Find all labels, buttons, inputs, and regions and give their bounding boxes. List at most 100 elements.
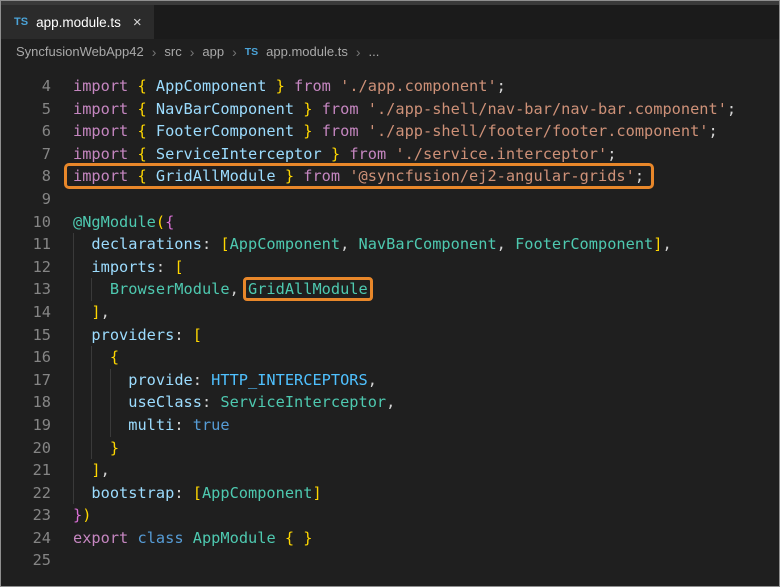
code-token bbox=[276, 529, 285, 547]
code-token: ; bbox=[709, 122, 718, 140]
code-token: FooterComponent bbox=[156, 122, 294, 140]
code-token: AppComponent bbox=[202, 484, 313, 502]
code-token: import bbox=[73, 100, 137, 118]
breadcrumb-item-project[interactable]: SyncfusionWebApp42 bbox=[16, 44, 144, 59]
line-content: import { GridAllModule } from '@syncfusi… bbox=[73, 165, 644, 188]
code-token: , bbox=[497, 235, 515, 253]
code-editor[interactable]: 4import { AppComponent } from './app.com… bbox=[1, 64, 779, 586]
code-token: : bbox=[174, 416, 192, 434]
annotation-box-import-line: import { GridAllModule } from '@syncfusi… bbox=[73, 165, 644, 188]
code-line-12[interactable]: 12 imports: [ bbox=[1, 256, 779, 279]
code-line-24[interactable]: 24 export class AppModule { } bbox=[1, 527, 779, 550]
code-token: } bbox=[73, 506, 82, 524]
breadcrumb-item-app[interactable]: app bbox=[202, 44, 224, 59]
code-token: : bbox=[202, 235, 220, 253]
code-line-6[interactable]: 6import { FooterComponent } from './app-… bbox=[1, 120, 779, 143]
line-number: 8 bbox=[1, 165, 51, 188]
code-line-13[interactable]: 13 BrowserModule, GridAllModule bbox=[1, 278, 779, 301]
line-content: imports: [ bbox=[73, 256, 184, 279]
line-content: declarations: [AppComponent, NavBarCompo… bbox=[73, 233, 672, 256]
code-token: , bbox=[662, 235, 671, 253]
code-token: : bbox=[202, 393, 220, 411]
code-token: } bbox=[294, 122, 322, 140]
code-line-25[interactable]: 25 bbox=[1, 549, 779, 572]
code-line-7[interactable]: 7import { ServiceInterceptor } from './s… bbox=[1, 143, 779, 166]
code-token: : bbox=[193, 371, 211, 389]
code-token: AppComponent bbox=[156, 77, 267, 95]
line-content: ], bbox=[73, 459, 110, 482]
line-content: BrowserModule, GridAllModule bbox=[73, 278, 368, 301]
code-token bbox=[184, 529, 193, 547]
code-token: './service.interceptor' bbox=[395, 145, 607, 163]
code-token: from bbox=[322, 122, 368, 140]
annotation-box-grid-all-module: GridAllModule bbox=[248, 278, 368, 301]
code-token: [ bbox=[174, 258, 183, 276]
code-token: bootstrap bbox=[91, 484, 174, 502]
indent-guide bbox=[91, 278, 92, 301]
line-content: multi: true bbox=[73, 414, 230, 437]
code-line-22[interactable]: 22 bootstrap: [AppComponent] bbox=[1, 482, 779, 505]
code-line-23[interactable]: 23}) bbox=[1, 504, 779, 527]
code-line-20[interactable]: 20 } bbox=[1, 437, 779, 460]
line-content: export class AppModule { } bbox=[73, 527, 313, 550]
line-content: bootstrap: [AppComponent] bbox=[73, 482, 322, 505]
code-token: } bbox=[276, 167, 304, 185]
code-token: from bbox=[303, 167, 349, 185]
code-token: { bbox=[137, 122, 155, 140]
code-token: './app.component' bbox=[340, 77, 497, 95]
breadcrumb-more[interactable]: ... bbox=[369, 44, 380, 59]
code-token: export bbox=[73, 529, 128, 547]
line-number: 7 bbox=[1, 143, 51, 166]
code-line-16[interactable]: 16 { bbox=[1, 346, 779, 369]
code-line-10[interactable]: 10@NgModule({ bbox=[1, 211, 779, 234]
tab-bar: TS app.module.ts × bbox=[1, 5, 779, 39]
code-line-11[interactable]: 11 declarations: [AppComponent, NavBarCo… bbox=[1, 233, 779, 256]
code-token: from bbox=[294, 77, 340, 95]
indent-guide bbox=[73, 437, 74, 460]
line-number: 19 bbox=[1, 414, 51, 437]
code-token: NavBarComponent bbox=[359, 235, 497, 253]
line-content: ], bbox=[73, 301, 110, 324]
code-token: HTTP_INTERCEPTORS bbox=[211, 371, 368, 389]
code-token: providers bbox=[91, 326, 174, 344]
typescript-file-icon: TS bbox=[245, 46, 258, 58]
code-line-21[interactable]: 21 ], bbox=[1, 459, 779, 482]
code-token: import bbox=[73, 167, 137, 185]
code-token: GridAllModule bbox=[248, 280, 368, 298]
close-tab-icon[interactable]: × bbox=[133, 14, 142, 31]
code-token: [ bbox=[193, 326, 202, 344]
line-number: 13 bbox=[1, 278, 51, 301]
line-number: 24 bbox=[1, 527, 51, 550]
breadcrumb: SyncfusionWebApp42 › src › app › TS app.… bbox=[1, 39, 779, 64]
line-number: 15 bbox=[1, 324, 51, 347]
indent-guide bbox=[73, 369, 74, 392]
indent-guide bbox=[110, 414, 111, 437]
code-line-15[interactable]: 15 providers: [ bbox=[1, 324, 779, 347]
line-number: 21 bbox=[1, 459, 51, 482]
code-line-4[interactable]: 4import { AppComponent } from './app.com… bbox=[1, 75, 779, 98]
code-token: { } bbox=[285, 529, 313, 547]
code-token: { bbox=[137, 100, 155, 118]
indent-guide bbox=[91, 414, 92, 437]
code-token: ] bbox=[91, 303, 100, 321]
code-line-19[interactable]: 19 multi: true bbox=[1, 414, 779, 437]
code-line-9[interactable]: 9 bbox=[1, 188, 779, 211]
code-token: true bbox=[193, 416, 230, 434]
line-number: 25 bbox=[1, 549, 51, 572]
code-line-8[interactable]: 8 import { GridAllModule } from '@syncfus… bbox=[1, 165, 779, 188]
line-content: }) bbox=[73, 504, 91, 527]
chevron-right-icon: › bbox=[232, 44, 237, 60]
line-content: import { NavBarComponent } from './app-s… bbox=[73, 98, 736, 121]
breadcrumb-item-src[interactable]: src bbox=[164, 44, 181, 59]
code-token: ServiceInterceptor bbox=[220, 393, 386, 411]
line-content: import { FooterComponent } from './app-s… bbox=[73, 120, 718, 143]
code-line-14[interactable]: 14 ], bbox=[1, 301, 779, 324]
indent-guide bbox=[73, 346, 74, 369]
code-token: { bbox=[137, 145, 155, 163]
code-line-17[interactable]: 17 provide: HTTP_INTERCEPTORS, bbox=[1, 369, 779, 392]
tab-app-module-ts[interactable]: TS app.module.ts × bbox=[1, 5, 154, 39]
code-token bbox=[73, 303, 91, 321]
code-line-5[interactable]: 5import { NavBarComponent } from './app-… bbox=[1, 98, 779, 121]
breadcrumb-item-file[interactable]: app.module.ts bbox=[266, 44, 348, 59]
code-line-18[interactable]: 18 useClass: ServiceInterceptor, bbox=[1, 391, 779, 414]
